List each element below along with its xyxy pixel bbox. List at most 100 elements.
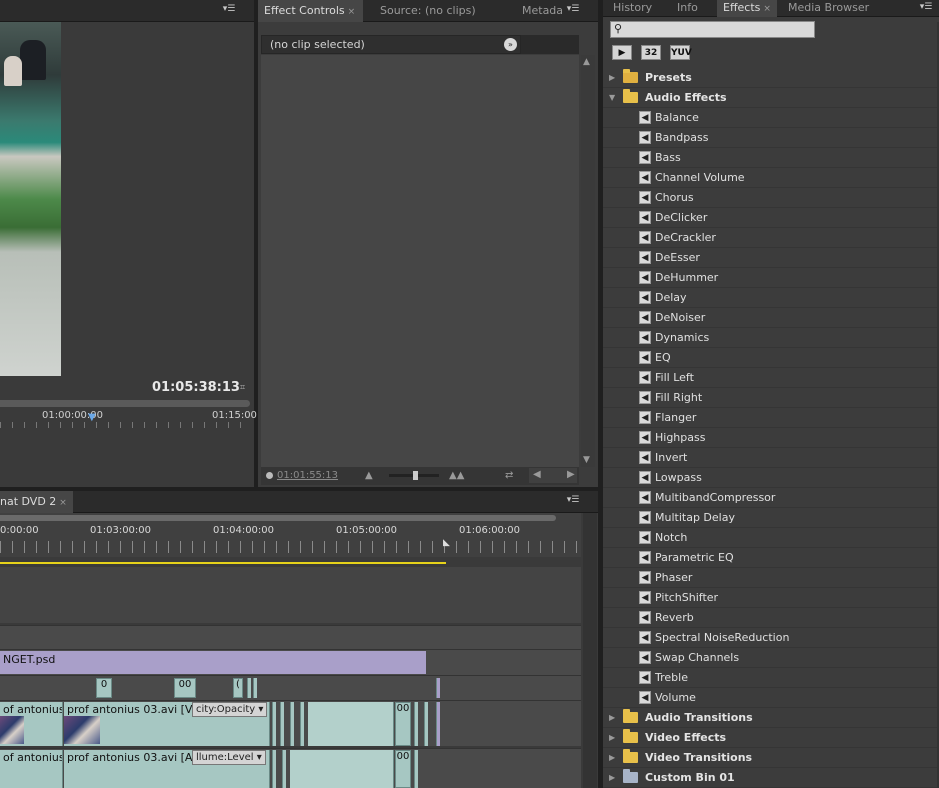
- fit-icon[interactable]: ⌗: [240, 383, 245, 393]
- effect-item[interactable]: ◀ DeCrackler: [603, 228, 937, 248]
- effect-item[interactable]: ◀ Bass: [603, 148, 937, 168]
- expand-arrow-icon[interactable]: ▶: [609, 708, 615, 727]
- effect-item[interactable]: ◀ Highpass: [603, 428, 937, 448]
- mini-clip[interactable]: 00: [174, 678, 196, 698]
- tab-history[interactable]: History: [607, 0, 658, 17]
- effect-item[interactable]: ◀ Chorus: [603, 188, 937, 208]
- zoom-out-icon[interactable]: ▲: [365, 470, 373, 481]
- audio-clip[interactable]: of antonius: [0, 750, 63, 788]
- tree-folder-audio-effects[interactable]: ▼ Audio Effects: [603, 88, 937, 108]
- mini-clip[interactable]: (: [233, 678, 243, 698]
- mini-clip[interactable]: 00: [395, 750, 411, 788]
- close-icon[interactable]: ×: [348, 7, 356, 17]
- effect-item[interactable]: ◀ PitchShifter: [603, 588, 937, 608]
- tree-folder-presets[interactable]: ▶ Presets: [603, 68, 937, 88]
- volume-dropdown[interactable]: llume:Level ▾: [192, 750, 266, 765]
- clip-sliver[interactable]: [282, 750, 286, 788]
- footer-navigator[interactable]: ◀ ▶: [529, 468, 577, 483]
- clip-sliver[interactable]: [300, 702, 304, 746]
- video-clip-fragment[interactable]: [308, 702, 394, 746]
- effect-item[interactable]: ◀ Parametric EQ: [603, 548, 937, 568]
- zoom-slider-knob[interactable]: [413, 471, 418, 480]
- tab-sequence[interactable]: nat DVD 2 ×: [0, 491, 73, 513]
- program-timecode[interactable]: 01:05:38:13: [152, 380, 240, 395]
- scroll-left-icon[interactable]: ◀: [533, 469, 541, 480]
- yuv-effects-button[interactable]: YUV: [670, 45, 692, 60]
- effect-item[interactable]: ◀ Channel Volume: [603, 168, 937, 188]
- show-timeline-icon[interactable]: »: [504, 38, 517, 51]
- program-mini-ruler[interactable]: 01:00:00:00 01:15:00 ▼: [0, 400, 257, 428]
- panel-menu-icon[interactable]: ▾☰: [919, 2, 933, 14]
- expand-arrow-icon[interactable]: ▶: [609, 748, 615, 767]
- effect-item[interactable]: ◀ Reverb: [603, 608, 937, 628]
- tab-info[interactable]: Info: [671, 0, 704, 17]
- timeline-ruler[interactable]: 0:00:00 01:03:00:00 01:04:00:00 01:05:00…: [0, 513, 581, 557]
- clip-sliver[interactable]: [436, 702, 440, 746]
- tree-folder-audio-transitions[interactable]: ▶ Audio Transitions: [603, 708, 937, 728]
- expand-arrow-icon[interactable]: ▶: [609, 728, 615, 747]
- clip-sliver[interactable]: [436, 678, 440, 698]
- clip-sliver[interactable]: [424, 702, 428, 746]
- graphic-clip[interactable]: NGET.psd: [0, 651, 426, 674]
- playhead-icon[interactable]: ◣: [443, 538, 450, 548]
- effect-item[interactable]: ◀ Phaser: [603, 568, 937, 588]
- clip-sliver[interactable]: [247, 678, 251, 698]
- mini-clip[interactable]: 00: [395, 702, 411, 746]
- clip-sliver[interactable]: [272, 702, 276, 746]
- effect-item[interactable]: ◀ Notch: [603, 528, 937, 548]
- clip-sliver[interactable]: [414, 702, 418, 746]
- effect-item[interactable]: ◀ Treble: [603, 668, 937, 688]
- 32bit-effects-button[interactable]: 32: [641, 45, 661, 60]
- clip-sliver[interactable]: [414, 750, 418, 788]
- effect-item[interactable]: ◀ Multitap Delay: [603, 508, 937, 528]
- effect-item[interactable]: ◀ Swap Channels: [603, 648, 937, 668]
- effect-item[interactable]: ◀ DeNoiser: [603, 308, 937, 328]
- panel-menu-icon[interactable]: ▾☰: [222, 4, 236, 16]
- effect-item[interactable]: ◀ Bandpass: [603, 128, 937, 148]
- vertical-scrollbar[interactable]: ▲ ▼: [581, 55, 595, 467]
- timeline-zoom-bar[interactable]: [0, 515, 556, 521]
- zoom-in-icon[interactable]: ▲▲: [449, 470, 464, 481]
- mini-clip[interactable]: 0: [96, 678, 112, 698]
- clip-sliver[interactable]: [272, 750, 276, 788]
- tab-source[interactable]: Source: (no clips): [374, 0, 482, 22]
- close-icon[interactable]: ×: [59, 498, 67, 508]
- effect-item[interactable]: ◀ Dynamics: [603, 328, 937, 348]
- clip-sliver[interactable]: [253, 678, 257, 698]
- effect-item[interactable]: ◀ Fill Right: [603, 388, 937, 408]
- tab-effect-controls[interactable]: Effect Controls ×: [258, 0, 363, 22]
- panel-menu-icon[interactable]: ▾☰: [566, 495, 580, 507]
- effect-item[interactable]: ◀ Volume: [603, 688, 937, 708]
- tree-folder-custom-bin[interactable]: ▶ Custom Bin 01: [603, 768, 937, 788]
- zoom-scroll-bar[interactable]: [0, 400, 250, 407]
- tab-media-browser[interactable]: Media Browser: [782, 0, 875, 17]
- clip-sliver[interactable]: [290, 702, 294, 746]
- tab-effects[interactable]: Effects ×: [717, 0, 777, 17]
- audio-clip-fragment[interactable]: [290, 750, 394, 788]
- effect-item[interactable]: ◀ Lowpass: [603, 468, 937, 488]
- video-clip[interactable]: of antonius: [0, 702, 63, 746]
- effect-item[interactable]: ◀ DeEsser: [603, 248, 937, 268]
- scroll-up-icon[interactable]: ▲: [583, 57, 590, 67]
- work-area-bar[interactable]: [0, 562, 446, 564]
- effect-item[interactable]: ◀ Fill Left: [603, 368, 937, 388]
- zoom-slider[interactable]: [389, 471, 439, 480]
- effect-item[interactable]: ◀ Delay: [603, 288, 937, 308]
- effects-search-input[interactable]: ⚲: [610, 21, 815, 38]
- scroll-right-icon[interactable]: ▶: [567, 469, 575, 480]
- collapse-arrow-icon[interactable]: ▼: [609, 88, 615, 107]
- effect-item[interactable]: ◀ Flanger: [603, 408, 937, 428]
- effect-item[interactable]: ◀ Spectral NoiseReduction: [603, 628, 937, 648]
- effect-item[interactable]: ◀ Balance: [603, 108, 937, 128]
- clip-sliver[interactable]: [280, 702, 284, 746]
- opacity-dropdown[interactable]: city:Opacity ▾: [192, 702, 268, 717]
- effect-item[interactable]: ◀ DeClicker: [603, 208, 937, 228]
- accelerated-effects-icon[interactable]: ▶: [612, 45, 632, 60]
- tab-metadata[interactable]: Metada: [516, 0, 569, 22]
- scroll-down-icon[interactable]: ▼: [583, 455, 590, 465]
- effect-item[interactable]: ◀ DeHummer: [603, 268, 937, 288]
- footer-timecode[interactable]: 01:01:55:13: [277, 470, 338, 481]
- panel-menu-icon[interactable]: ▾☰: [566, 4, 580, 16]
- loop-icon[interactable]: ⇄: [505, 470, 513, 481]
- effect-item[interactable]: ◀ Invert: [603, 448, 937, 468]
